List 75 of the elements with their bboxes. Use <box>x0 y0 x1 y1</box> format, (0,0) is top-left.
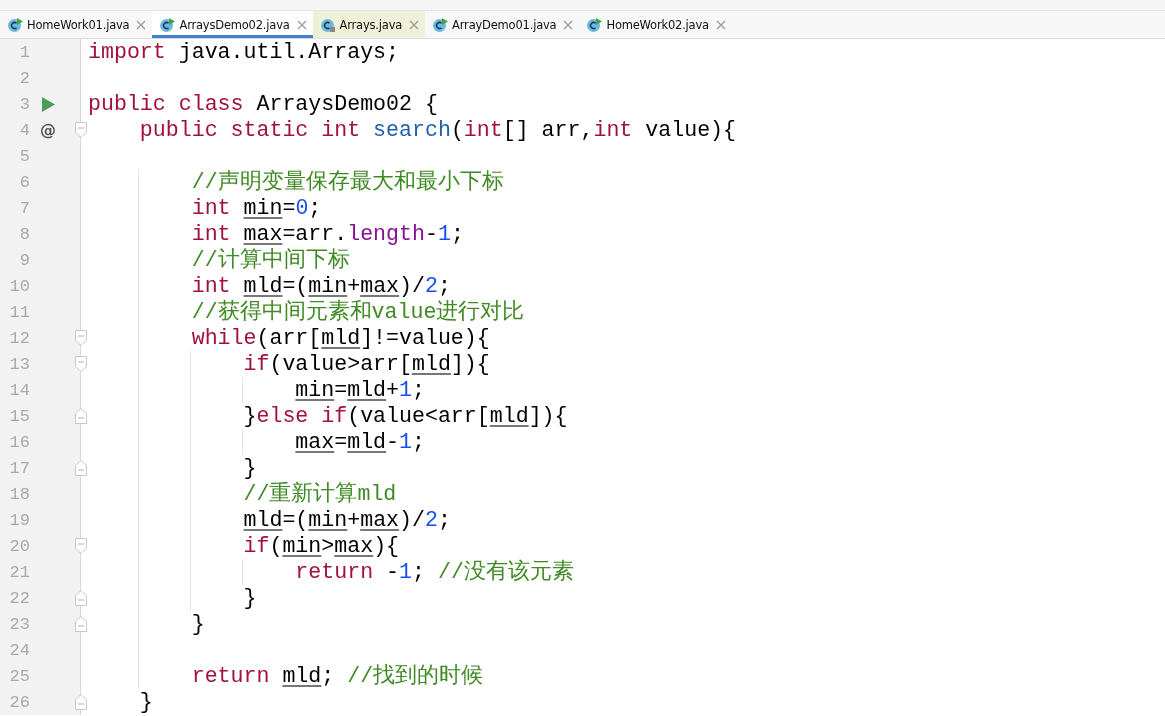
fold-icon[interactable] <box>75 408 87 424</box>
close-icon[interactable] <box>136 19 147 30</box>
code-line: //重新计算mld <box>242 482 397 506</box>
close-icon[interactable] <box>296 19 307 30</box>
fold-icon[interactable] <box>75 538 87 554</box>
line-number: 24 <box>8 640 30 660</box>
code-line: } <box>242 456 257 480</box>
run-icon[interactable] <box>41 96 55 112</box>
file-tab[interactable]: HomeWork01.java <box>0 11 153 38</box>
line-number: 22 <box>8 588 30 608</box>
code-line: return mld; //找到的时候 <box>190 664 484 688</box>
code-line: return -1; //没有该元素 <box>294 560 574 584</box>
line-number: 20 <box>8 536 30 556</box>
line-number: 11 <box>8 302 30 322</box>
code-line: //获得中间元素和value进行对比 <box>190 300 525 324</box>
line-number: 10 <box>8 276 30 296</box>
line-number: 5 <box>18 146 30 166</box>
line-number: 6 <box>18 172 30 192</box>
close-icon[interactable] <box>409 19 420 30</box>
code-line: mld=(min+max)/2; <box>242 508 451 532</box>
close-icon[interactable] <box>715 19 726 30</box>
java-class-icon <box>159 16 176 33</box>
code-line: if(value>arr[mld]){ <box>242 352 490 376</box>
line-number: 23 <box>8 614 30 634</box>
code-line: //声明变量保存最大和最小下标 <box>190 170 504 194</box>
line-number: 18 <box>8 484 30 504</box>
code-line: }else if(value<arr[mld]){ <box>242 404 568 428</box>
line-number: 19 <box>8 510 30 530</box>
code-line: //计算中间下标 <box>190 248 350 272</box>
line-number: 4 <box>18 120 30 140</box>
code-line: min=mld+1; <box>294 378 425 402</box>
code-line: public static int search(int[] arr,int value){ <box>138 118 737 142</box>
line-number: 1 <box>18 42 30 62</box>
code-line: max=mld-1; <box>294 430 425 454</box>
code-line: } <box>138 690 153 714</box>
code-line: while(arr[mld]!=value){ <box>190 326 490 350</box>
fold-icon[interactable] <box>75 694 87 710</box>
code-line: import java.util.Arrays; <box>88 40 400 64</box>
code-line: } <box>190 612 205 636</box>
java-class-icon <box>586 16 603 33</box>
java-class-icon <box>7 16 23 33</box>
override-marker-icon[interactable]: @ <box>40 120 56 140</box>
line-number: 3 <box>18 94 30 114</box>
line-number: 9 <box>18 250 30 270</box>
fold-icon[interactable] <box>75 356 87 372</box>
file-tab[interactable]: ArraysDemo02.java <box>152 11 313 38</box>
line-number: 16 <box>8 432 30 452</box>
code-line: if(min>max){ <box>242 534 400 558</box>
file-tab[interactable]: ArrayDemo01.java <box>425 11 580 38</box>
line-number: 13 <box>8 354 30 374</box>
fold-icon[interactable] <box>75 460 87 476</box>
line-number: 21 <box>8 562 30 582</box>
line-number: 14 <box>8 380 30 400</box>
fold-icon[interactable] <box>75 122 87 138</box>
line-number: 8 <box>18 224 30 244</box>
close-icon[interactable] <box>563 19 574 30</box>
line-number: 15 <box>8 406 30 426</box>
line-number: 7 <box>18 198 30 218</box>
code-line: int min=0; <box>190 196 322 220</box>
fold-icon[interactable] <box>75 616 87 632</box>
code-line: public class ArraysDemo02 { <box>88 92 438 116</box>
code-line: int max=arr.length-1; <box>190 222 464 246</box>
file-tab[interactable]: HomeWork02.java <box>579 11 732 38</box>
line-number: 2 <box>18 68 30 88</box>
code-line: int mld=(min+max)/2; <box>190 274 451 298</box>
java-class-icon <box>432 16 449 33</box>
fold-icon[interactable] <box>75 590 87 606</box>
line-number: 25 <box>8 666 30 686</box>
file-tab[interactable]: Arrays.java <box>312 11 426 38</box>
code-line: } <box>242 586 257 610</box>
line-number: 26 <box>8 692 30 712</box>
line-number: 17 <box>8 458 30 478</box>
java-class-icon <box>319 16 336 33</box>
fold-icon[interactable] <box>75 330 87 346</box>
line-number: 12 <box>8 328 30 348</box>
